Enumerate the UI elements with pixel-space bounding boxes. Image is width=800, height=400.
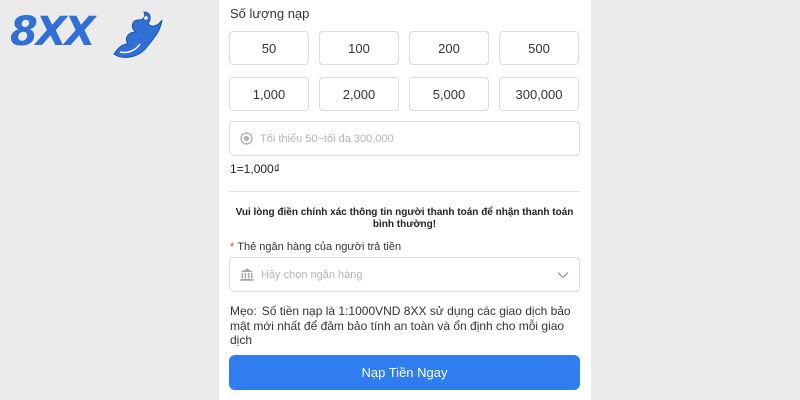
deposit-panel: Số lượng nạp 50 100 200 500 1,000 2,000 … <box>219 0 591 400</box>
amount-option-1000[interactable]: 1,000 <box>229 77 309 111</box>
tip-text: Số tiền nạp là 1:1000VND 8XX sử dụng các… <box>230 304 571 347</box>
amount-option-50[interactable]: 50 <box>229 31 309 65</box>
required-mark: * <box>230 241 235 253</box>
amount-option-5000[interactable]: 5,000 <box>409 77 489 111</box>
deposit-tip: Mẹo: Số tiền nạp là 1:1000VND 8XX sử dụng… <box>230 304 580 348</box>
amount-input[interactable] <box>260 132 560 145</box>
amount-option-200[interactable]: 200 <box>409 31 489 65</box>
amount-input-field[interactable] <box>229 121 580 156</box>
amount-option-500[interactable]: 500 <box>499 31 579 65</box>
brand-logo-text: 8XX <box>10 9 96 55</box>
payer-info-notice: Vui lòng điền chính xác thông tin người … <box>235 207 574 230</box>
amount-options-grid: 50 100 200 500 1,000 2,000 5,000 300,000 <box>229 31 580 111</box>
brand-logo: 8XX <box>8 6 168 62</box>
coin-icon <box>240 132 253 145</box>
bank-select-placeholder: Hãy chọn ngân hàng <box>261 268 363 281</box>
deposit-now-button[interactable]: Nạp Tiền Ngay <box>229 355 580 390</box>
bank-icon <box>240 268 254 281</box>
exchange-rate: 1=1,000₫ <box>230 162 280 176</box>
divider <box>229 191 580 192</box>
bank-card-label: * Thẻ ngân hàng của người trả tiền <box>230 241 401 253</box>
amount-option-300000[interactable]: 300,000 <box>499 77 579 111</box>
amount-option-2000[interactable]: 2,000 <box>319 77 399 111</box>
bank-select[interactable]: Hãy chọn ngân hàng <box>229 257 580 292</box>
amount-section-label: Số lượng nạp <box>230 6 310 21</box>
tip-label: Mẹo: <box>230 304 257 318</box>
bank-card-label-text: Thẻ ngân hàng của người trả tiền <box>237 241 402 253</box>
chevron-down-icon <box>557 271 569 278</box>
amount-option-100[interactable]: 100 <box>319 31 399 65</box>
dragon-icon <box>113 11 163 58</box>
